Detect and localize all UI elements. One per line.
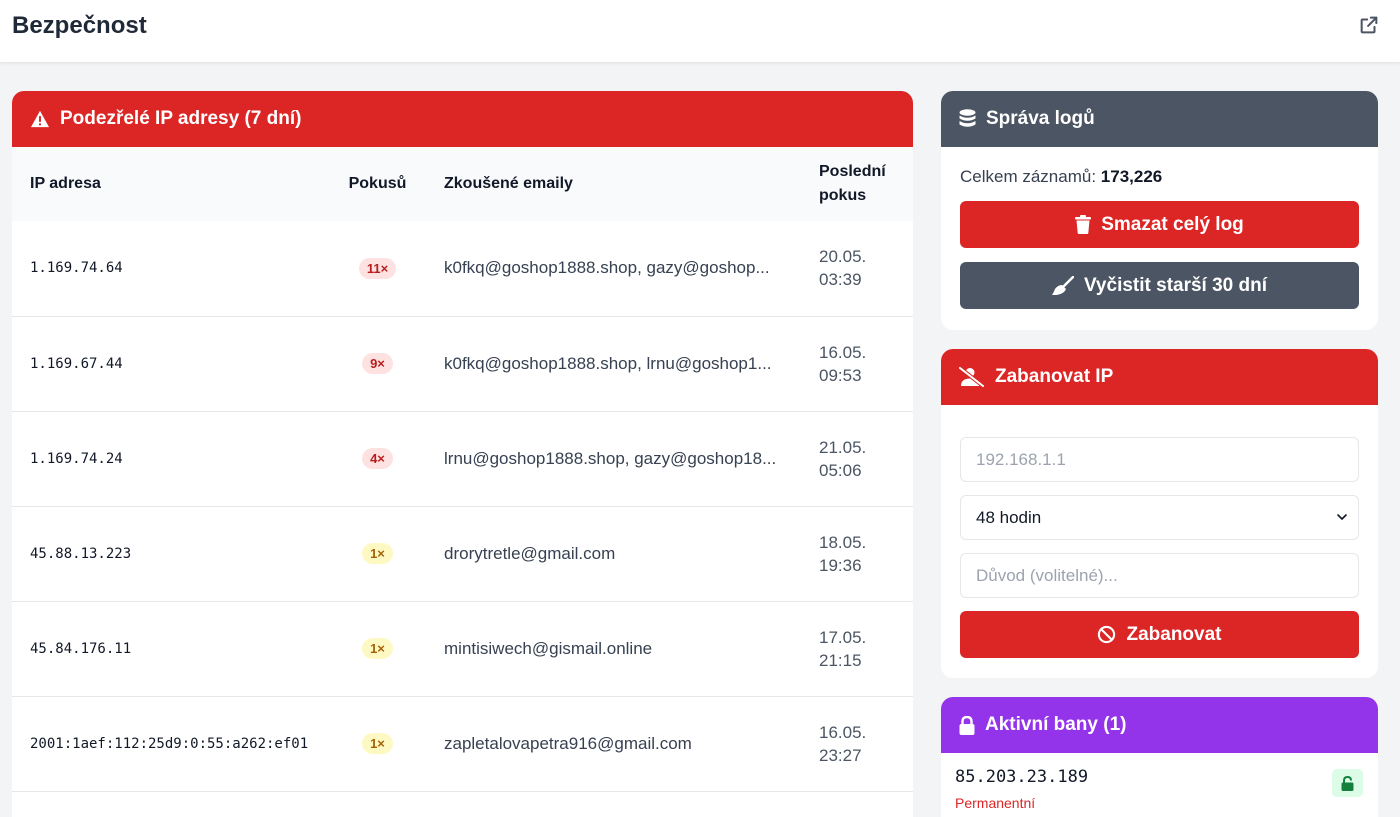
log-management-header: Správa logů: [941, 91, 1378, 147]
ban-ip-title: Zabanovat IP: [995, 366, 1114, 387]
row-ip: 1.169.74.64: [30, 260, 123, 277]
table-row[interactable]: 1.169.67.44 9× k0fkq@goshop1888.shop, lr…: [12, 316, 913, 411]
table-row[interactable]: 2001:1aef:112:25d9:0:55:a262:ef01 1× zap…: [12, 696, 913, 791]
page-title: Bezpečnost: [12, 12, 147, 39]
ban-reason-input[interactable]: Důvod (volitelné)...: [960, 553, 1359, 598]
row-attempts: 1×: [329, 506, 426, 601]
log-management-card: Správa logů Celkem záznamů: 173,226 Smaz…: [941, 91, 1378, 330]
unlock-icon: [1341, 775, 1354, 791]
lock-icon: [959, 715, 975, 735]
table-row[interactable]: 45.88.13.223 1× drorytretle@gmail.com 18…: [12, 506, 913, 601]
attempts-badge: 1×: [362, 638, 393, 659]
ban-icon: [1098, 625, 1116, 644]
row-ip: 2001:1aef:112:25d9:0:55:a262:ef01: [30, 735, 309, 752]
ban-ip-card: Zabanovat IP 192.168.1.1 48 hodin Důvod …: [941, 349, 1378, 678]
row-attempts: 9×: [329, 316, 426, 411]
ban-type: Permanentní: [955, 795, 1036, 811]
database-icon: [959, 109, 976, 127]
table-row[interactable]: 45.84.176.11 1× mintisiwech@gismail.onli…: [12, 601, 913, 696]
clean-old-logs-button[interactable]: Vyčistit starší 30 dní: [960, 262, 1359, 309]
ip-address-placeholder: 192.168.1.1: [976, 449, 1066, 469]
attempts-badge: 1×: [362, 733, 393, 754]
warning-icon: [31, 110, 49, 128]
log-count: Celkem záznamů: 173,226: [960, 167, 1359, 187]
row-emails: drorytretle@gmail.com: [444, 543, 616, 563]
external-link-icon[interactable]: [1358, 14, 1380, 36]
attempts-badge: 11×: [358, 257, 397, 279]
user-slash-icon: [959, 367, 985, 387]
active-bans-card: Aktivní bany (1) 85.203.23.189 Permanent…: [941, 697, 1378, 817]
chevron-down-icon: [1337, 514, 1347, 520]
column-header-ip: IP adresa: [30, 175, 101, 192]
suspicious-ips-title: Podezřelé IP adresy (7 dní): [60, 108, 302, 129]
suspicious-ips-table: IP adresa Pokusů Zkoušené emaily Posledn…: [12, 147, 913, 792]
broom-icon: [1051, 275, 1074, 295]
attempts-badge: 4×: [362, 448, 393, 469]
row-ip: 45.88.13.223: [30, 545, 132, 562]
row-last-attempt: 21.05. 05:06: [819, 437, 867, 480]
log-count-value: 173,226: [1100, 167, 1163, 186]
top-bar: Bezpečnost: [0, 0, 1400, 63]
row-attempts: 1×: [329, 601, 426, 696]
ban-duration-value: 48 hodin: [976, 507, 1042, 527]
banned-ip: 85.203.23.189: [955, 767, 1089, 787]
row-emails: zapletalovapetra916@gmail.com: [444, 733, 692, 753]
table-row[interactable]: 1.169.74.24 4× lrnu@goshop1888.shop, gaz…: [12, 411, 913, 506]
ban-ip-header: Zabanovat IP: [941, 349, 1378, 405]
column-header-last-attempt: Poslední pokus: [819, 163, 886, 204]
attempts-badge: 9×: [362, 353, 393, 374]
ip-address-input[interactable]: 192.168.1.1: [960, 437, 1359, 482]
row-emails: lrnu@goshop1888.shop, gazy@goshop18...: [444, 448, 777, 468]
list-item: 85.203.23.189 Permanentní: [941, 753, 1378, 817]
row-last-attempt: 18.05. 19:36: [819, 532, 867, 575]
row-ip: 45.84.176.11: [30, 640, 132, 657]
row-attempts: 11×: [329, 221, 426, 316]
row-last-attempt: 16.05. 23:27: [819, 722, 867, 765]
suspicious-ips-card: Podezřelé IP adresy (7 dní) IP adresa Po…: [12, 91, 913, 817]
row-emails: mintisiwech@gismail.online: [444, 638, 653, 658]
suspicious-ips-header: Podezřelé IP adresy (7 dní): [12, 91, 913, 147]
row-last-attempt: 20.05. 03:39: [819, 247, 867, 290]
row-ip: 1.169.67.44: [30, 355, 123, 372]
ban-submit-button[interactable]: Zabanovat: [960, 611, 1359, 658]
delete-log-button[interactable]: Smazat celý log: [960, 201, 1359, 248]
row-emails: k0fkq@goshop1888.shop, gazy@goshop...: [444, 258, 770, 278]
log-management-title: Správa logů: [986, 108, 1095, 129]
row-last-attempt: 16.05. 09:53: [819, 342, 867, 385]
table-row[interactable]: 1.169.74.64 11× k0fkq@goshop1888.shop, g…: [12, 221, 913, 316]
active-bans-title: Aktivní bany (1): [985, 714, 1127, 735]
ban-reason-placeholder: Důvod (volitelné)...: [976, 565, 1118, 585]
row-emails: k0fkq@goshop1888.shop, lrnu@goshop1...: [444, 353, 772, 373]
row-attempts: 1×: [329, 696, 426, 791]
row-attempts: 4×: [329, 411, 426, 506]
log-count-label: Celkem záznamů:: [960, 167, 1097, 186]
column-header-attempts: Pokusů: [348, 175, 407, 192]
row-ip: 1.169.74.24: [30, 450, 123, 467]
row-last-attempt: 17.05. 21:15: [819, 627, 867, 670]
unban-button[interactable]: [1332, 769, 1363, 797]
column-header-emails: Zkoušené emaily: [444, 175, 573, 192]
table-header-row: IP adresa Pokusů Zkoušené emaily Posledn…: [12, 147, 913, 221]
attempts-badge: 1×: [362, 543, 393, 564]
active-bans-header: Aktivní bany (1): [941, 697, 1378, 753]
trash-icon: [1075, 215, 1092, 234]
ban-duration-select[interactable]: 48 hodin: [960, 495, 1359, 540]
